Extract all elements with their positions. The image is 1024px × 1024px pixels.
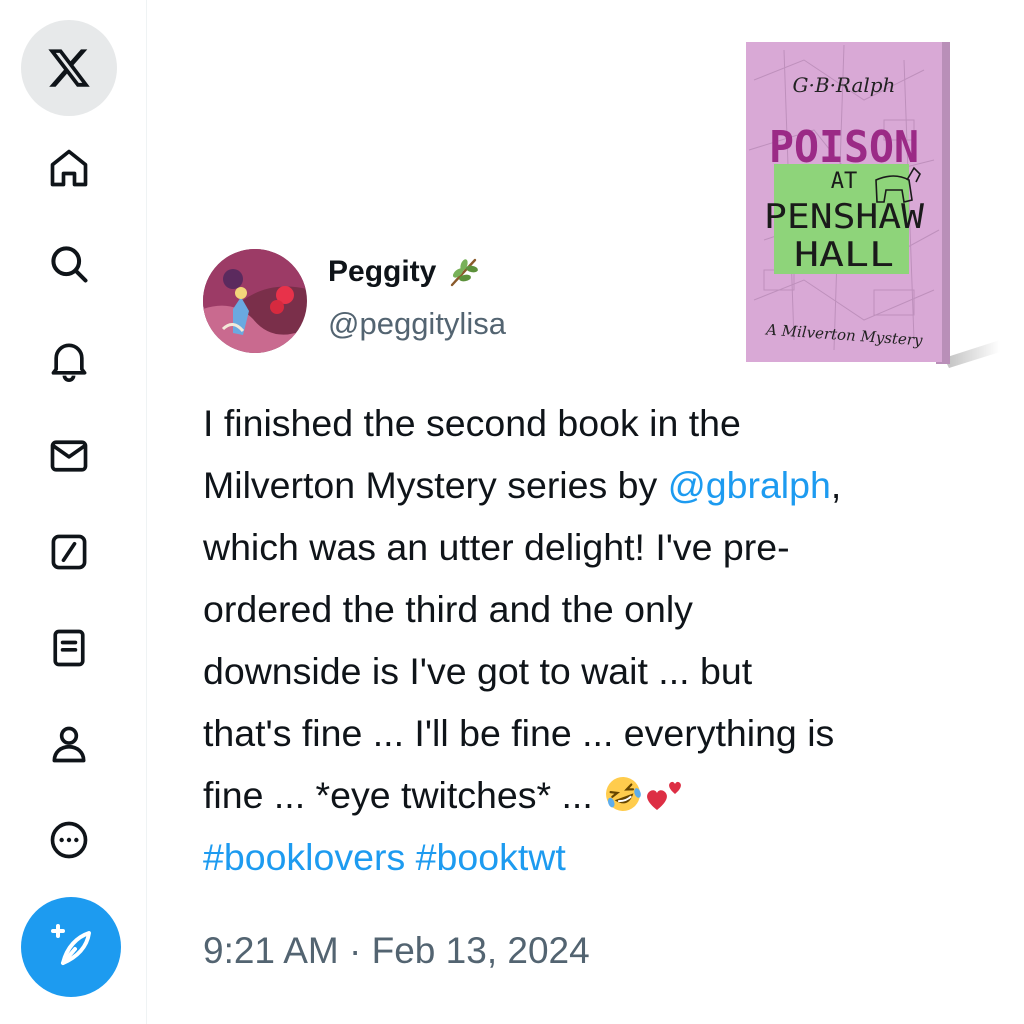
tweet-line: ordered the third and the only [203, 588, 693, 630]
nav-lists[interactable] [21, 616, 117, 680]
tweet-line: Milverton Mystery series by @gbralph, [203, 464, 842, 506]
author-display-name[interactable]: Peggity [328, 255, 436, 289]
compose-icon [51, 924, 91, 965]
mail-icon [50, 440, 88, 472]
author-handle[interactable]: @peggitylisa [328, 306, 506, 342]
tweet-line: fine ... *eye twitches* ... [203, 764, 973, 826]
nav-messages[interactable] [21, 424, 117, 488]
book-title-line3: PENSHAW [764, 197, 925, 237]
x-logo-icon [48, 49, 90, 87]
more-icon [50, 821, 88, 859]
book-title-line4: HALL [794, 235, 894, 275]
nav-profile[interactable] [21, 712, 117, 776]
book-cover-image[interactable]: G·B·Ralph POISON AT PENSHAW HALL A Milve… [744, 40, 1000, 370]
herb-emoji-icon [451, 258, 479, 287]
nav-grok[interactable] [21, 520, 117, 584]
mention-link[interactable]: @gbralph [668, 464, 831, 506]
author-display-name-row[interactable]: Peggity [328, 254, 482, 290]
x-logo-button[interactable] [21, 20, 117, 116]
tweet-text: I finished the second book in the Milver… [203, 392, 973, 888]
hashtag-link[interactable]: #booktwt [416, 836, 566, 878]
hashtag-link[interactable]: #booklovers [203, 836, 405, 878]
search-icon [51, 246, 88, 283]
lists-icon [53, 629, 85, 667]
nav-home[interactable] [21, 136, 117, 200]
grok-icon [51, 534, 87, 570]
tweet-line: I finished the second book in the [203, 402, 741, 444]
tweet-line: downside is I've got to wait ... but [203, 650, 753, 692]
hashtags-line: #booklovers #booktwt [203, 826, 973, 888]
nav-search[interactable] [21, 232, 117, 296]
rolling-laughing-emoji-icon [606, 777, 642, 811]
tweet-line: which was an utter delight! I've pre- [203, 526, 790, 568]
profile-icon [52, 726, 86, 763]
book-title-line1: POISON [769, 122, 919, 173]
two-hearts-emoji-icon [647, 781, 682, 810]
nav-notifications[interactable] [21, 328, 117, 392]
sidebar [0, 0, 147, 1024]
bell-icon [51, 343, 87, 382]
nav-more[interactable] [21, 808, 117, 872]
tweet-timestamp[interactable]: 9:21 AM · Feb 13, 2024 [203, 930, 590, 972]
tweet-line: that's fine ... I'll be fine ... everyth… [203, 712, 835, 754]
book-title-line2: AT [831, 169, 858, 194]
avatar[interactable] [203, 249, 307, 353]
home-icon [50, 149, 88, 187]
book-author: G·B·Ralph [793, 73, 896, 97]
compose-post-button[interactable] [21, 897, 121, 997]
